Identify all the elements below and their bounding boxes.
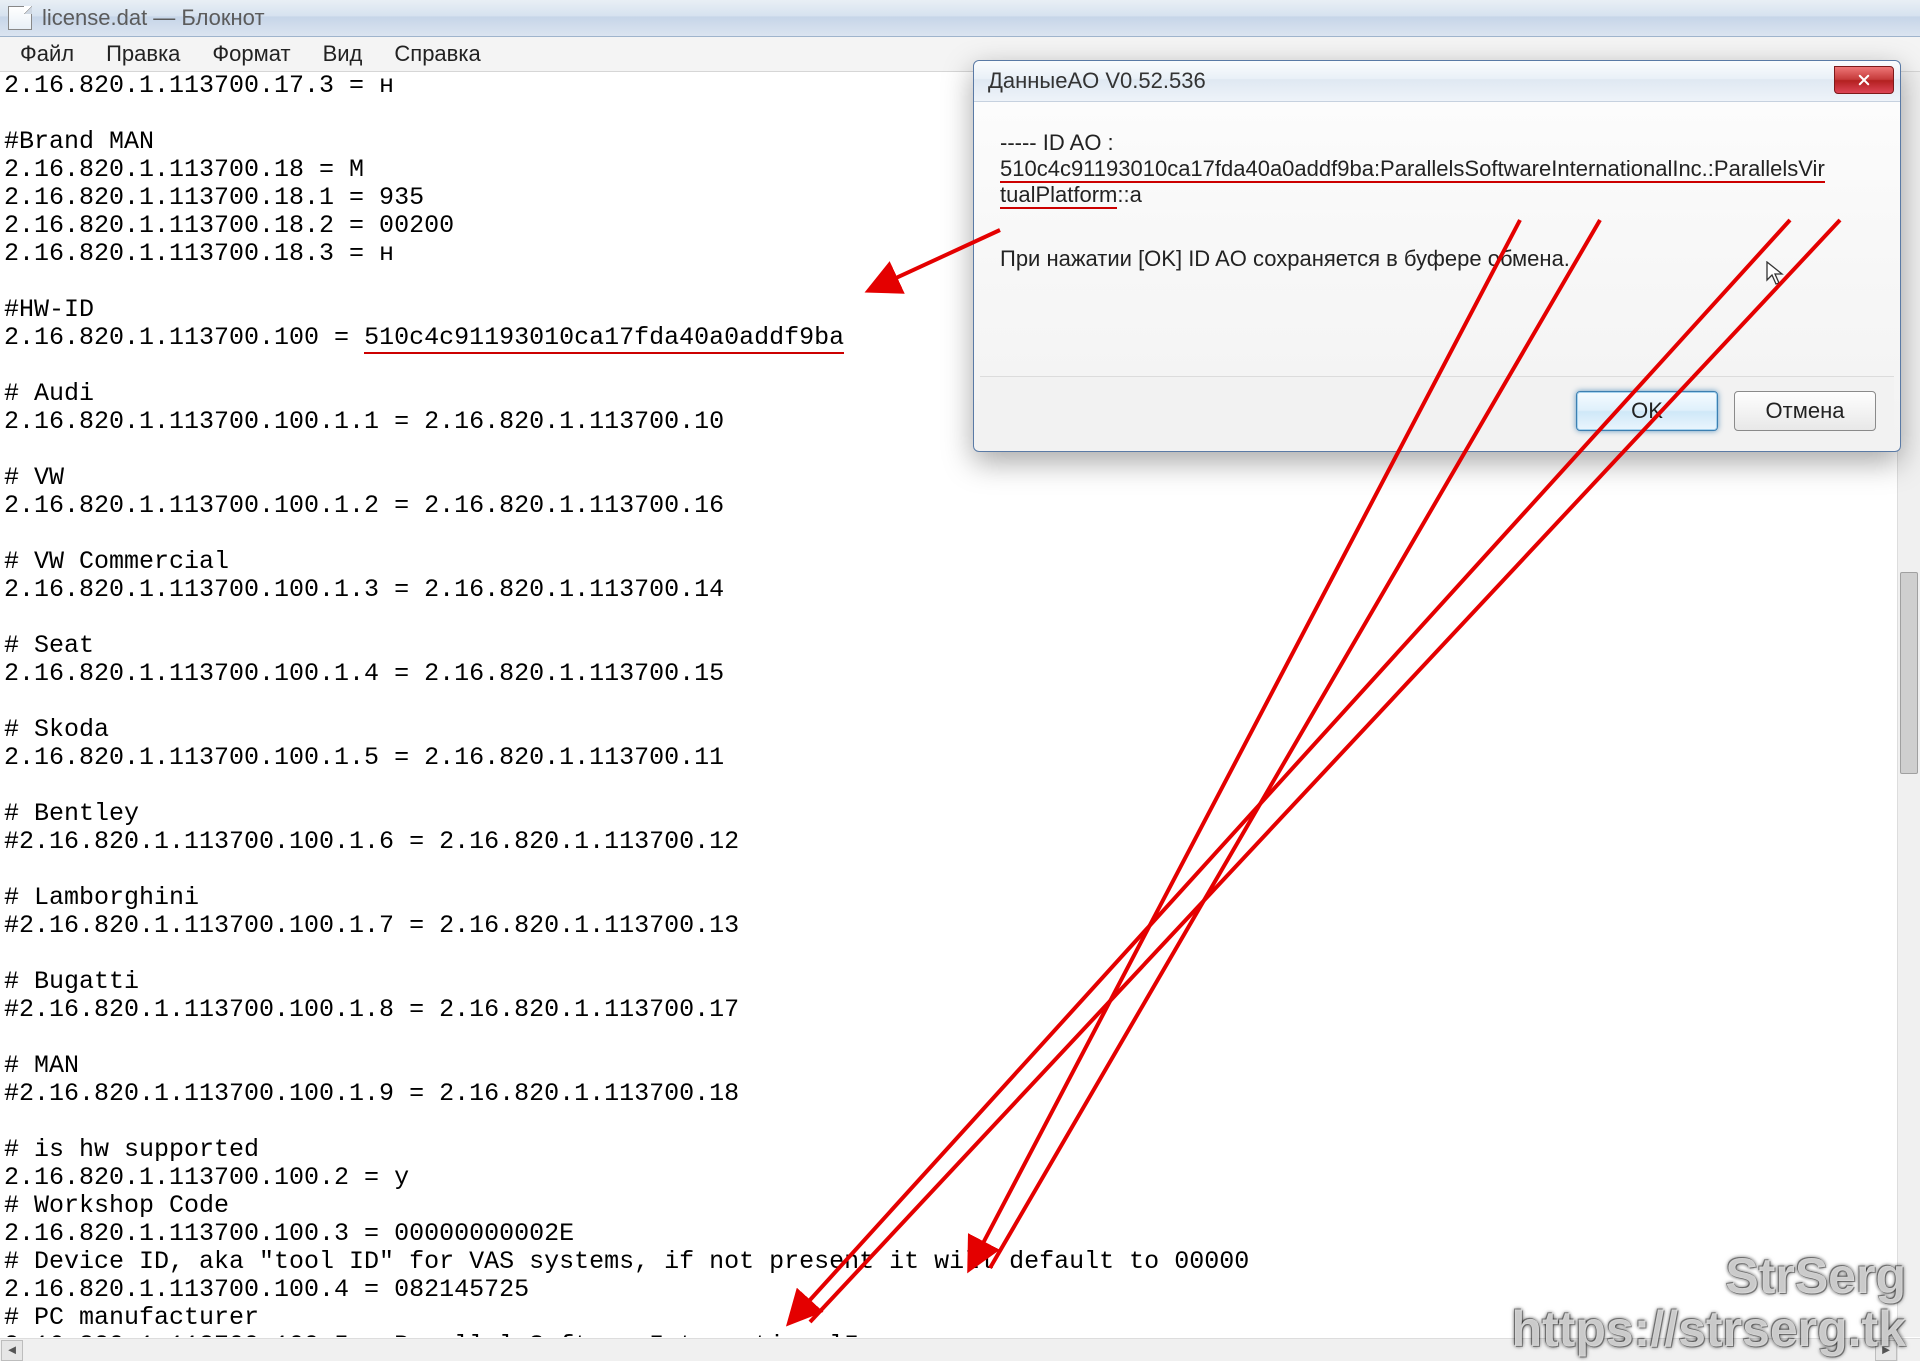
dialog-body: ----- ID AO : 510c4c91193010ca17fda40a0a… [974,102,1900,282]
notepad-title: license.dat — Блокнот [42,5,265,31]
watermark-line2: https://strserg.tk [1511,1303,1906,1356]
dialog-button-strip: OK Отмена [980,376,1894,445]
menu-help[interactable]: Справка [378,39,496,69]
dialog-id-value-line1: 510c4c91193010ca17fda40a0addf9ba:Paralle… [1000,156,1825,183]
scroll-left-button[interactable]: ◄ [1,1340,23,1361]
notepad-titlebar[interactable]: license.dat — Блокнот [0,0,1920,37]
menu-file[interactable]: Файл [4,39,90,69]
menu-edit[interactable]: Правка [90,39,196,69]
dialog-title: ДанныеAO V0.52.536 [988,68,1206,94]
text-hwid-value: 510c4c91193010ca17fda40a0addf9ba [364,323,844,354]
ok-button[interactable]: OK [1576,391,1718,431]
cursor-icon [1766,261,1786,294]
dialog-titlebar[interactable]: ДанныеAO V0.52.536 [974,61,1900,102]
watermark: StrSerg https://strserg.tk [1511,1250,1906,1355]
text-pc-manufacturer-value: ParallelsSoftwareInternationalInc. [394,1331,904,1337]
dialog-id-suffix: ::a [1117,182,1141,207]
cancel-button[interactable]: Отмена [1734,391,1876,431]
dialog-id-value-line2: tualPlatform [1000,182,1117,209]
scrollbar-thumb[interactable] [1900,572,1918,774]
menu-view[interactable]: Вид [307,39,379,69]
dialog-message: При нажатии [OK] ID AO сохраняется в буф… [1000,246,1874,272]
dialog-close-button[interactable] [1834,66,1894,94]
watermark-line1: StrSerg [1511,1250,1906,1303]
dialog-id-label: ----- ID AO : [1000,130,1874,156]
menu-format[interactable]: Формат [196,39,306,69]
dialog-idao: ДанныеAO V0.52.536 ----- ID AO : 510c4c9… [973,60,1901,452]
notepad-document-icon [8,6,32,30]
